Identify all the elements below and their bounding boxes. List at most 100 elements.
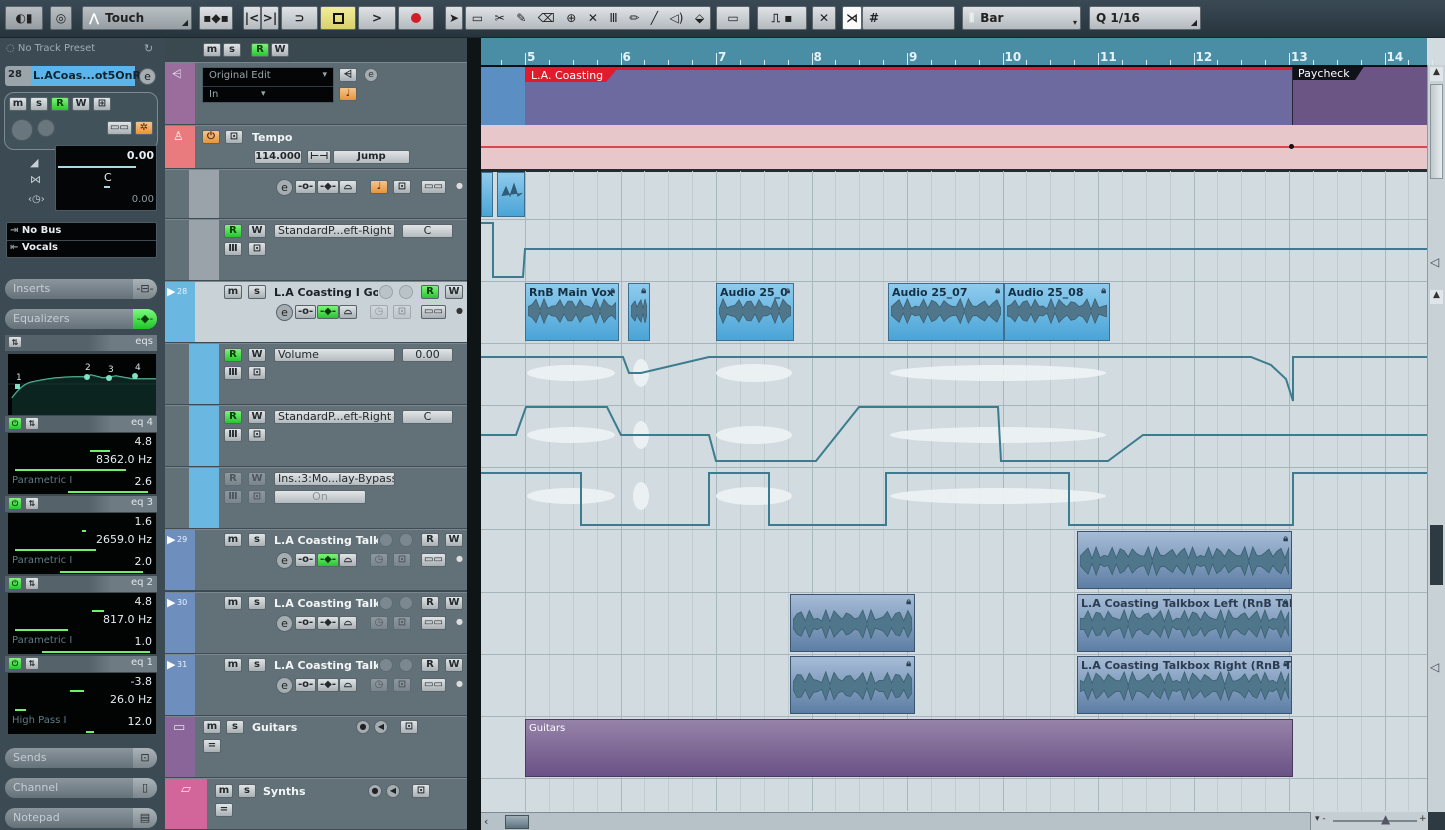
global-read-button[interactable]: R [251,43,269,57]
audio-event[interactable]: RnB Main Vox 🔒︎ [525,283,619,341]
equalizers-section[interactable]: Equalizers -◆- [5,309,157,329]
lane-lock-button[interactable]: ⊡ [248,366,266,380]
record-enable-button[interactable] [379,285,393,299]
eq-q-slider[interactable] [60,571,143,573]
lock-button[interactable]: ⊡ [400,720,418,734]
record-enable-button[interactable] [11,119,33,141]
global-mute-button[interactable]: m [203,43,221,57]
lane-value[interactable]: C [402,224,453,238]
eq-type-select[interactable]: Parametric I [12,555,72,566]
monitor-button[interactable]: ◀ [386,784,400,798]
eq-freq-slider[interactable] [15,709,26,711]
write-automation-button[interactable]: W [72,97,90,111]
musical-mode-button[interactable]: ◷ [370,305,388,319]
write-button[interactable]: W [445,285,463,299]
range-tool-icon[interactable]: ▭ [472,11,483,25]
volume-value[interactable]: 0.00 [127,149,154,162]
mute-button[interactable]: m [9,97,27,111]
snap-toggle-button[interactable]: ⋊ [842,6,862,30]
nudge-palette[interactable]: ⎍ ▪ [757,6,807,30]
edit-channel-button[interactable]: e [276,614,293,632]
lanes-button[interactable]: ▭▭ [421,180,446,194]
speaker-tool-icon[interactable]: ◁) [670,11,684,25]
lane-lock-button[interactable]: ⊡ [248,428,266,442]
scroll-left-icon[interactable]: ‹ [484,815,488,828]
lock-button[interactable]: ⊡ [393,615,411,630]
lanes-button[interactable]: ▭▭ [421,553,446,567]
lane-lock-button[interactable]: ⊡ [248,490,266,504]
insert-bypass-button[interactable]: -o- [295,678,317,692]
eq-bypass-icon[interactable]: -◆- [133,309,157,329]
monitor-button[interactable]: ◀ [374,720,388,734]
lane-lock-button[interactable]: ⊡ [248,242,266,256]
record-button[interactable] [398,6,434,30]
arranger-track[interactable]: ⩤ Original Edit ▾ In ▾ ⩤ e ♩ [165,62,467,125]
solo-button[interactable]: s [248,658,266,672]
zoom-slider-handle-icon[interactable]: ◁ [1430,255,1439,269]
lane-read-button[interactable]: R [224,224,242,238]
mute-button[interactable]: m [224,285,242,299]
tempo-lane[interactable] [481,125,1427,169]
read-button[interactable]: R [421,285,439,299]
lock-button[interactable]: ⊡ [393,553,411,567]
monitor-button[interactable] [399,595,413,610]
mute-tool-icon[interactable]: ✕ [588,11,598,25]
arranger-edit-button[interactable]: e [364,68,378,82]
automation-mode-select[interactable]: ⋀ Touch ◢ [82,6,192,30]
sends-section[interactable]: Sends ⊡ [5,748,157,768]
snap-zero-crossing-button[interactable]: ✕ [812,6,836,30]
arranger-chain-select[interactable]: Original Edit [209,70,271,81]
eq-gain-slider[interactable] [92,610,104,612]
eq-swap-icon[interactable]: ⇅ [25,417,39,430]
notepad-section[interactable]: Notepad ▤ [5,808,157,828]
folder-part-guitars[interactable]: Guitars [525,719,1293,777]
automation-curves[interactable] [481,343,1427,529]
horizontal-scroll-thumb[interactable] [505,815,529,829]
eq-q-value[interactable]: 12.0 [128,715,153,728]
lanes-button[interactable]: ▭▭ [107,121,132,135]
track-partial[interactable]: e -o- -◆- ⌓ ♩ ⊡ ▭▭ ● [165,169,467,219]
stop-button[interactable] [320,6,356,30]
edit-channel-button[interactable]: e [276,552,293,569]
track-list-scrollbar[interactable] [467,38,481,830]
freeze-button[interactable]: ⊞ [93,97,111,111]
vertical-scrollbar[interactable]: ▲ ◁ ▲ ◁ [1427,65,1445,830]
scroll-thumb[interactable] [1430,84,1443,179]
lane-parameter-select[interactable]: Volume [274,348,395,362]
volume-slider[interactable] [58,166,136,168]
eq-freq-slider[interactable] [15,629,68,631]
read-button[interactable]: R [421,533,439,547]
send-bypass-button[interactable]: ⌓ [339,305,357,319]
arranger-event-la-coasting[interactable]: L.A. Coasting [525,67,1292,125]
eq-type-select[interactable]: Parametric I [12,635,72,646]
arranger-musical-mode[interactable]: ♩ [339,87,357,101]
global-write-button[interactable]: W [271,43,289,57]
eq-bypass-button[interactable]: -◆- [317,180,339,194]
monitor-button[interactable] [399,285,413,299]
preset-reload-icon[interactable]: ↻ [144,42,153,55]
audio-event[interactable]: 🔒︎ [628,283,650,341]
eq-bypass-button[interactable]: -◆- [317,615,339,630]
erase-tool-icon[interactable]: ⌫ [538,11,555,25]
eq-bypass-button[interactable]: -◆- [317,553,339,567]
eq-swap-icon[interactable]: ⇅ [25,577,39,590]
insert-bypass-button[interactable]: -o- [295,180,317,194]
eq-type-select[interactable]: Parametric I [12,475,72,486]
horizontal-zoom-slider[interactable]: ▾ - ▲ + [1310,812,1428,830]
color-select-button[interactable]: ▭ [716,6,750,30]
ruler[interactable]: 5 6 7 8 9 10 11 12 13 14 [481,38,1434,65]
eq-gain-slider[interactable] [70,690,84,692]
eq-curve-display[interactable]: 1 2 3 4 [7,353,157,416]
eq-freq-slider[interactable] [15,469,126,471]
read-button[interactable]: R [421,595,439,610]
eq-gain-value[interactable]: 4.8 [135,595,153,608]
glue-tool-icon[interactable]: ✎ [516,11,526,25]
window-layout-button[interactable]: ◐▮ [5,6,43,30]
solo-button[interactable]: s [238,784,256,798]
expand-icon[interactable]: ▶ [167,658,175,671]
insert-bypass-button[interactable]: -o- [295,615,317,630]
lane-mute-button[interactable]: Ⅲ [224,242,242,256]
solo-button[interactable]: s [226,720,244,734]
lane-value[interactable]: 0.00 [402,348,453,362]
lane-write-button[interactable]: W [248,410,266,424]
